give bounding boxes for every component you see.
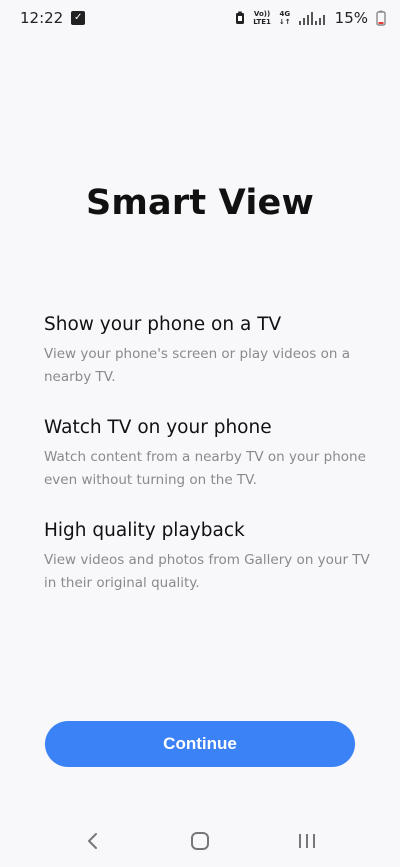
feature-title: Show your phone on a TV bbox=[44, 314, 282, 335]
feature-item: Watch TV on your phone Watch content fro… bbox=[44, 417, 374, 492]
volte-top: Vo)) bbox=[253, 10, 271, 18]
network-label: 4G ↓↑ bbox=[279, 10, 291, 26]
status-bar: 12:22 ✓ Vo)) LTE1 4G ↓↑ 15% bbox=[0, 0, 400, 36]
page-title: Smart View bbox=[85, 183, 314, 223]
check-square-icon: ✓ bbox=[71, 11, 86, 25]
signal-bars-icon bbox=[298, 11, 327, 25]
feature-title: Watch TV on your phone bbox=[44, 417, 272, 438]
feature-item: Show your phone on a TV View your phone'… bbox=[44, 314, 374, 389]
feature-item: High quality playback View videos and ph… bbox=[44, 520, 374, 595]
status-right: Vo)) LTE1 4G ↓↑ 15% bbox=[235, 9, 386, 27]
feature-description: View your phone's screen or play videos … bbox=[44, 346, 350, 385]
data-arrows-icon: ↓↑ bbox=[278, 18, 291, 26]
recents-icon[interactable] bbox=[292, 826, 322, 856]
continue-button[interactable]: Continue bbox=[45, 721, 355, 767]
status-left: 12:22 ✓ bbox=[20, 9, 86, 27]
status-time: 12:22 bbox=[20, 9, 64, 27]
battery-saver-icon bbox=[235, 11, 245, 25]
feature-description: Watch content from a nearby TV on your p… bbox=[44, 449, 366, 488]
home-icon[interactable] bbox=[185, 826, 215, 856]
volte-label: Vo)) LTE1 bbox=[253, 10, 271, 26]
battery-percent: 15% bbox=[334, 9, 368, 27]
back-chevron-icon[interactable] bbox=[78, 826, 108, 856]
battery-icon bbox=[376, 10, 386, 26]
feature-list: Show your phone on a TV View your phone'… bbox=[44, 314, 374, 623]
navigation-bar bbox=[0, 815, 400, 867]
network-type: 4G bbox=[279, 10, 291, 18]
volte-bottom: LTE1 bbox=[253, 18, 271, 26]
feature-title: High quality playback bbox=[44, 520, 245, 541]
feature-description: View videos and photos from Gallery on y… bbox=[44, 552, 370, 591]
